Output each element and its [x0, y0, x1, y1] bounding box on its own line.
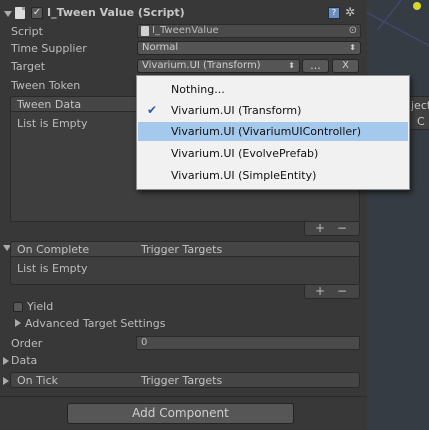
add-component-button[interactable]: Add Component	[67, 403, 294, 424]
tween-data-add-button[interactable]: +	[315, 222, 325, 234]
on-complete-column: Trigger Targets	[141, 243, 223, 256]
menu-item-label: Vivarium.UI (VivariumUIController)	[171, 125, 361, 138]
on-tick-title: On Tick	[17, 374, 58, 387]
dropdown-caret-icon: ⬍	[349, 43, 356, 52]
menu-item-vivarium-ui-controller[interactable]: Vivarium.UI (VivariumUIController)	[138, 122, 408, 141]
order-label: Order	[11, 337, 43, 350]
menu-item-label: Vivarium.UI (Transform)	[171, 104, 302, 117]
on-complete-header: On Complete Trigger Targets	[10, 241, 360, 257]
time-supplier-value: Normal	[142, 42, 179, 53]
data-foldout-icon[interactable]	[3, 357, 9, 365]
advanced-target-settings-label[interactable]: Advanced Target Settings	[25, 317, 165, 330]
help-book-icon[interactable]: ?	[328, 7, 340, 19]
menu-item-label: Vivarium.UI (SimpleEntity)	[171, 169, 317, 182]
yield-checkbox[interactable]	[13, 302, 23, 312]
on-complete-footer: + −	[304, 285, 360, 299]
time-supplier-label: Time Supplier	[11, 42, 87, 55]
object-picker-icon[interactable]: ⊙	[349, 25, 357, 37]
scene-view-strip: ject C	[367, 0, 429, 430]
scene-gizmo-line	[367, 12, 429, 56]
on-tick-foldout-icon[interactable]	[3, 377, 9, 385]
gear-icon[interactable]: ✲	[345, 6, 355, 18]
target-clear-button[interactable]: X	[332, 59, 359, 73]
script-label: Script	[11, 25, 43, 38]
dropdown-caret-icon: ⬍	[288, 61, 295, 70]
target-label: Target	[11, 60, 46, 73]
target-options-button[interactable]: ...	[302, 59, 329, 73]
on-complete-title: On Complete	[17, 243, 90, 256]
checkmark-icon: ✔	[147, 103, 158, 117]
component-title: I_Tween Value (Script)	[47, 6, 185, 19]
tween-data-footer: + −	[304, 222, 360, 236]
menu-item-nothing[interactable]: Nothing...	[138, 80, 408, 99]
component-enabled-checkbox[interactable]: ✓	[31, 7, 43, 19]
tween-data-remove-button[interactable]: −	[337, 222, 347, 234]
tween-token-label: Tween Token	[11, 79, 81, 92]
script-value: I_TweenValue	[152, 25, 219, 36]
menu-item-evolve-prefab[interactable]: Vivarium.UI (EvolvePrefab)	[138, 144, 408, 163]
inspector-separator	[0, 396, 367, 397]
advanced-settings-foldout-icon[interactable]	[15, 319, 21, 327]
data-label[interactable]: Data	[11, 354, 37, 367]
target-dropdown-menu: Nothing... ✔ Vivarium.UI (Transform) Viv…	[136, 75, 410, 190]
target-dropdown[interactable]: Vivarium.UI (Transform) ⬍	[137, 59, 300, 73]
menu-item-transform[interactable]: ✔ Vivarium.UI (Transform)	[138, 101, 408, 120]
target-value: Vivarium.UI (Transform)	[142, 60, 261, 71]
menu-item-label: Vivarium.UI (EvolvePrefab)	[171, 147, 319, 160]
menu-item-label: Nothing...	[171, 83, 225, 96]
inspector-panel: ✓ I_Tween Value (Script) ? ✲ Script I_Tw…	[0, 0, 367, 430]
yield-label: Yield	[27, 300, 54, 313]
script-file-icon	[15, 7, 25, 19]
tween-data-empty-text: List is Empty	[17, 117, 88, 130]
script-asset-icon	[141, 26, 149, 36]
on-complete-remove-button[interactable]: −	[337, 285, 347, 297]
scene-object-sphere	[413, 2, 421, 10]
order-input[interactable]: 0	[136, 336, 360, 350]
on-complete-empty-text: List is Empty	[17, 262, 88, 275]
scene-panel-text: ject	[411, 99, 429, 112]
script-object-field[interactable]: I_TweenValue ⊙	[137, 24, 361, 38]
menu-item-simple-entity[interactable]: Vivarium.UI (SimpleEntity)	[138, 166, 408, 185]
scene-panel-text: C	[417, 115, 425, 128]
on-complete-add-button[interactable]: +	[315, 285, 325, 297]
time-supplier-dropdown[interactable]: Normal ⬍	[137, 41, 361, 55]
component-foldout-icon[interactable]	[4, 11, 12, 17]
on-tick-header: On Tick Trigger Targets	[10, 372, 360, 388]
tween-data-title: Tween Data	[17, 98, 82, 111]
on-tick-column: Trigger Targets	[141, 374, 223, 387]
